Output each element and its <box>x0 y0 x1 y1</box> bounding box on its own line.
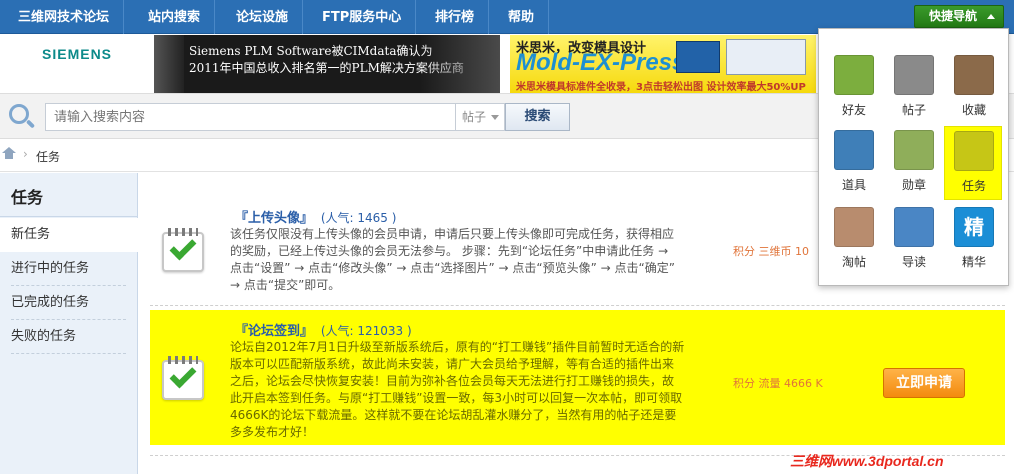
search-button[interactable]: 搜索 <box>505 103 570 131</box>
desc-line: 论坛自2012年7月1日升级至新版系统后，原有的“打工赚钱”插件目前暂时无适合的… <box>230 340 685 354</box>
task-name-link[interactable]: 『论坛签到』 <box>235 324 313 339</box>
quick-nav-label: 道具 <box>841 178 866 192</box>
quick-nav-tao-posts[interactable]: 淘帖 <box>825 203 883 277</box>
quick-nav-medals[interactable]: 勋章 <box>885 126 943 200</box>
sidebar-title: 任务 <box>0 173 137 217</box>
quick-nav-panel: 好友 帖子 收藏 道具 勋章 任务 淘帖 导读 精 精华 <box>818 28 1009 286</box>
medal-icon <box>894 130 934 170</box>
essence-glyph: 精 <box>964 215 984 239</box>
sidebar-item-in-progress[interactable]: 进行中的任务 <box>0 252 137 286</box>
siemens-banner[interactable]: SIEMENS Siemens PLM Software被CIMdata确认为 … <box>34 35 500 93</box>
banner-photo <box>154 35 184 93</box>
quick-nav-tasks[interactable]: 任务 <box>944 126 1002 200</box>
chevron-down-icon <box>491 115 499 120</box>
mold-tagline: 米思米模具标准件全收录，3点击轻松出图 设计效率最大50%UP <box>516 82 806 93</box>
quick-nav-label: 帖子 <box>901 103 926 117</box>
caret-up-icon <box>987 14 995 19</box>
task-description: 该任务仅限没有上传头像的会员申请，申请后只要上传头像即可完成任务，获得相应 的奖… <box>230 226 690 294</box>
quick-nav-guide[interactable]: 导读 <box>885 203 943 277</box>
quick-nav-label: 好友 <box>841 103 866 117</box>
quick-nav-label: 淘帖 <box>841 255 866 269</box>
favorites-icon <box>954 55 994 95</box>
desc-line: 版本可以匹配新版系统，故此尚未安装，请广大会员给予理解，等有合适的插件出来 <box>230 357 675 371</box>
search-type-label: 帖子 <box>462 110 487 124</box>
task-popularity: (人气: 121033 ) <box>320 324 412 338</box>
task-reward: 积分 流量 4666 K <box>733 377 823 390</box>
task-title: 『上传头像』 (人气: 1465 ) <box>235 207 396 226</box>
nav-ftp-center[interactable]: FTP服务中心 <box>308 0 417 34</box>
posts-icon <box>894 55 934 95</box>
sidebar-item-failed[interactable]: 失败的任务 <box>0 320 137 354</box>
desc-line: 的奖励，已经上传过头像的会员无法参与。 步骤：先到“论坛任务”中申请此任务 → <box>230 244 669 258</box>
divider <box>150 305 1005 306</box>
sidebar-item-label: 进行中的任务 <box>11 261 90 276</box>
sidebar-item-label: 失败的任务 <box>11 329 77 344</box>
task-title: 『论坛签到』 (人气: 121033 ) <box>235 320 412 339</box>
quick-nav-label: 勋章 <box>901 178 926 192</box>
breadcrumb-separator: › <box>23 147 28 161</box>
search-type-select[interactable]: 帖子 <box>455 103 505 131</box>
siemens-logo: SIEMENS <box>42 46 113 62</box>
desc-line: 之后，论坛会尽快恢复安装！目前为弥补各位会员每天无法进行打工赚钱的损失，故 <box>230 374 675 388</box>
magic-wand-icon <box>834 130 874 170</box>
quick-nav-label: 任务 <box>961 179 986 193</box>
mold-brand: Mold-EX-Press <box>516 49 686 76</box>
home-icon[interactable] <box>2 147 16 160</box>
guide-icon <box>894 207 934 247</box>
inbox-icon <box>834 207 874 247</box>
nav-forum-facilities[interactable]: 论坛设施 <box>222 0 304 34</box>
quick-nav-friends[interactable]: 好友 <box>825 51 883 125</box>
search-icon <box>9 104 29 124</box>
quick-nav-label: 精华 <box>961 255 986 269</box>
sidebar-item-label: 已完成的任务 <box>11 295 90 310</box>
quick-nav-label: 导读 <box>901 255 926 269</box>
site-watermark: 三维网www.3dportal.cn <box>790 453 944 469</box>
mold-banner[interactable]: 米思米，改变模具设计 Mold-EX-Press 米思米模具标准件全收录，3点击… <box>510 35 816 93</box>
apply-now-button[interactable]: 立即申请 <box>883 368 965 398</box>
task-popularity: (人气: 1465 ) <box>320 211 397 225</box>
task-reward: 积分 三维币 10 <box>733 245 809 258</box>
quick-nav-favorites[interactable]: 收藏 <box>945 51 1003 125</box>
quick-nav-label: 快捷导航 <box>929 9 978 23</box>
essence-icon: 精 <box>954 207 994 247</box>
nav-ranking[interactable]: 排行榜 <box>421 0 490 34</box>
sidebar-item-new-tasks[interactable]: 新任务 <box>0 218 138 252</box>
quick-nav-props[interactable]: 道具 <box>825 126 883 200</box>
product-box-image <box>676 41 720 73</box>
quick-nav-essence[interactable]: 精 精华 <box>945 203 1003 277</box>
breadcrumb-current[interactable]: 任务 <box>36 148 60 165</box>
task-item-forum-checkin: 『论坛签到』 (人气: 121033 ) 论坛自2012年7月1日升级至新版系统… <box>150 310 1005 445</box>
desc-line: 该任务仅限没有上传头像的会员申请，申请后只要上传头像即可完成任务，获得相应 <box>230 227 675 241</box>
siemens-logo-box: SIEMENS <box>34 35 154 93</box>
task-name-link[interactable]: 『上传头像』 <box>235 211 313 226</box>
nav-help[interactable]: 帮助 <box>494 0 550 34</box>
banner-fade <box>420 35 500 93</box>
friends-icon <box>834 55 874 95</box>
quick-nav-posts[interactable]: 帖子 <box>885 51 943 125</box>
sidebar-item-label: 新任务 <box>11 227 51 242</box>
nav-site-search[interactable]: 站内搜索 <box>134 0 216 34</box>
clipboard-check-icon <box>162 356 206 400</box>
desc-line: 多多发布才好！ <box>230 425 315 439</box>
task-sidebar: 任务 新任务 进行中的任务 已完成的任务 失败的任务 <box>0 173 138 474</box>
nav-home[interactable]: 三维网技术论坛 <box>4 0 125 34</box>
search-input[interactable] <box>45 103 455 131</box>
task-description: 论坛自2012年7月1日升级至新版系统后，原有的“打工赚钱”插件目前暂时无适合的… <box>230 339 690 441</box>
desc-line: 此开启本签到任务。与原“打工赚钱”设置一致，每3小时可以回复一次本帖，即可领取 <box>230 391 683 405</box>
quick-nav-button[interactable]: 快捷导航 <box>914 5 1004 28</box>
desc-line: 点击“设置” → 点击“修改头像” → 点击“选择图片” → 点击“预览头像” … <box>230 261 675 275</box>
quick-nav-label: 收藏 <box>961 103 986 117</box>
clipboard-check-icon <box>162 228 206 272</box>
task-icon <box>954 131 994 171</box>
software-screenshot-image <box>726 39 806 75</box>
desc-line: → 点击“提交”即可。 <box>230 278 341 292</box>
desc-line: 4666K的论坛下载流量。这样就不要在论坛胡乱灌水赚分了，当然有用的帖子还是要 <box>230 408 677 422</box>
sidebar-item-completed[interactable]: 已完成的任务 <box>0 286 137 320</box>
